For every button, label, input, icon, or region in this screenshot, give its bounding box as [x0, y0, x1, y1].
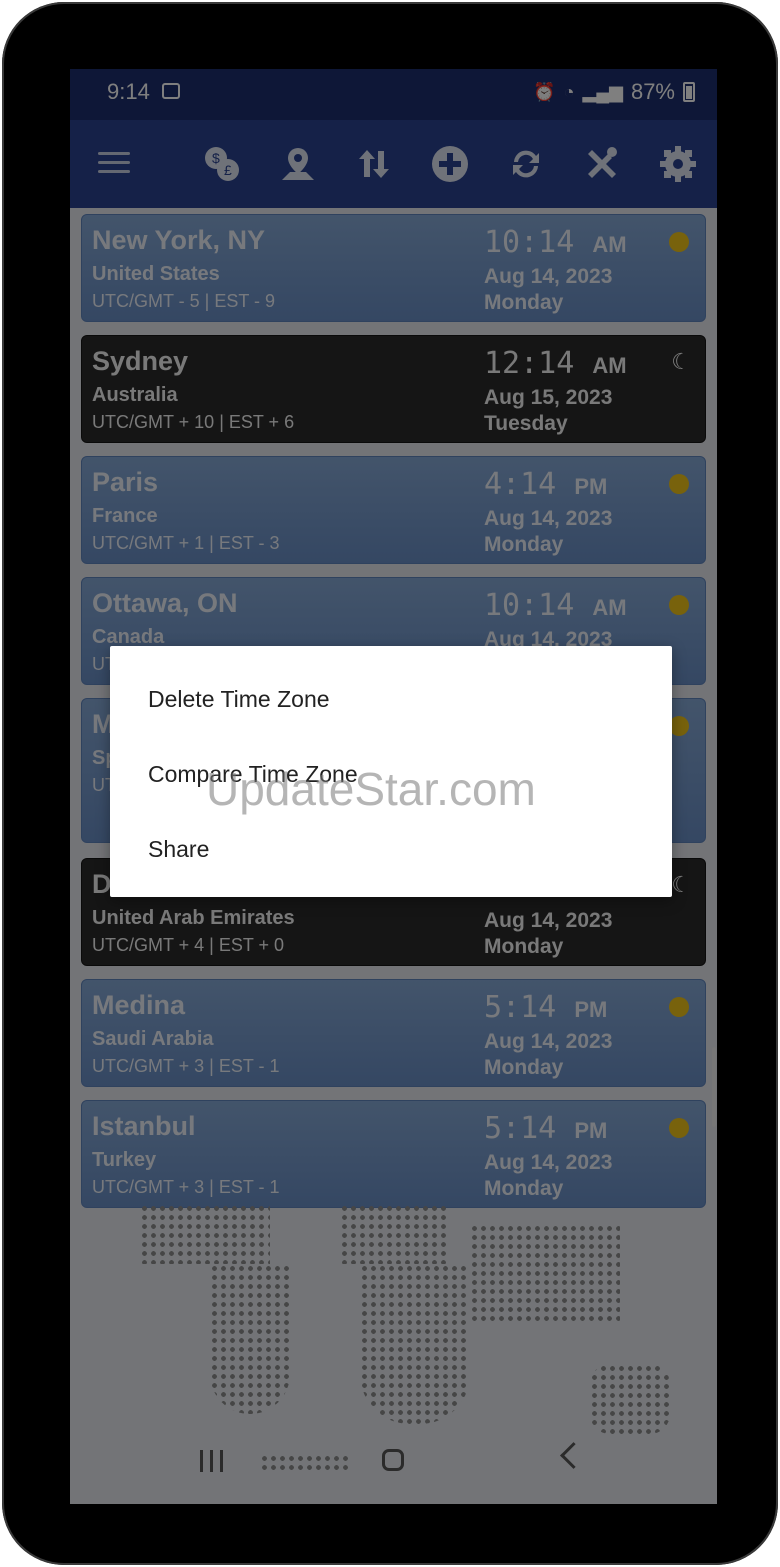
navigation-bar: [70, 1428, 717, 1504]
recent-apps-icon[interactable]: [200, 1450, 223, 1472]
list-scrollbar[interactable]: [712, 1047, 716, 1127]
menu-item-share[interactable]: Share: [148, 836, 209, 863]
menu-item-compare-time-zone[interactable]: Compare Time Zone: [148, 761, 358, 788]
menu-item-delete-time-zone[interactable]: Delete Time Zone: [148, 686, 330, 713]
back-icon[interactable]: [560, 1442, 587, 1469]
context-menu: Delete Time Zone Compare Time Zone Share: [110, 646, 672, 897]
home-icon[interactable]: [382, 1449, 404, 1471]
